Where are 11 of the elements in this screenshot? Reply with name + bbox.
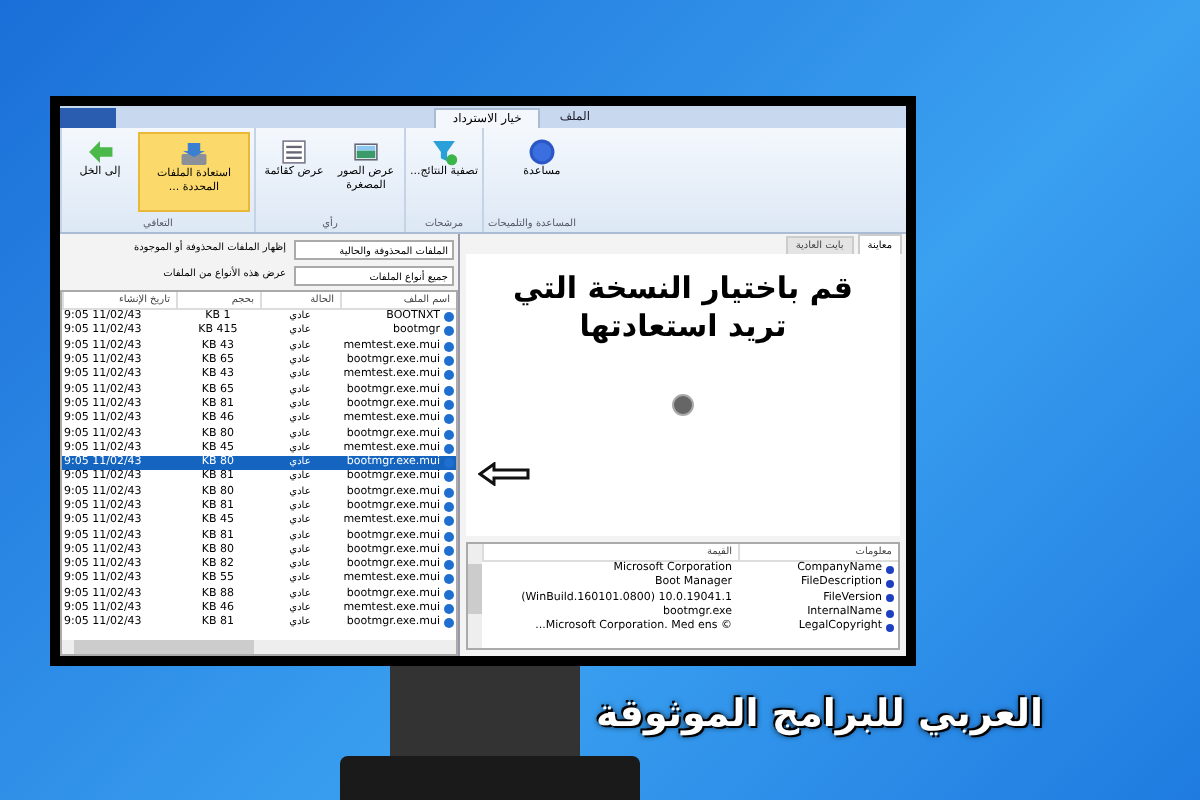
file-menu-button[interactable] [60, 108, 116, 128]
picture-icon [352, 138, 380, 166]
vertical-scrollbar[interactable] [468, 544, 482, 648]
filter-icon [430, 138, 458, 166]
caption-text: العربي للبرامج الموثوقة [596, 690, 1044, 740]
instruction-text: قم باختيار النسخة التي تريد استعادتها [513, 270, 853, 346]
arrow-icon [86, 138, 114, 166]
arrow-icon [478, 462, 530, 486]
list-icon [280, 138, 308, 166]
horizontal-scrollbar[interactable] [62, 640, 456, 654]
drive-icon [180, 140, 208, 168]
